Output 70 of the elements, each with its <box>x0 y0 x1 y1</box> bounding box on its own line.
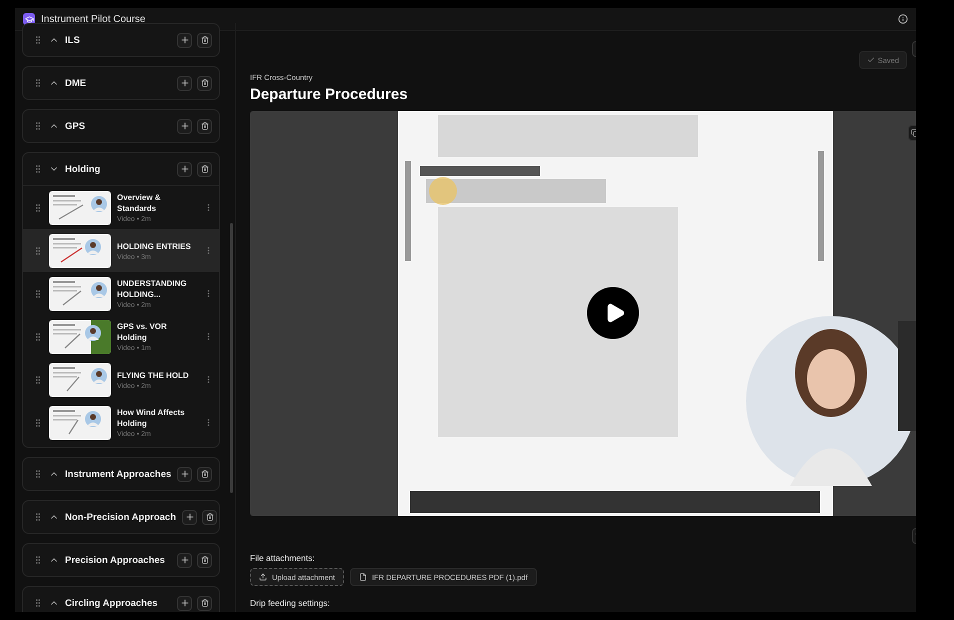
section-title[interactable]: GPS <box>65 120 171 132</box>
trash-icon <box>200 556 208 564</box>
trash-icon <box>200 79 208 87</box>
trash-icon <box>206 513 214 521</box>
drag-handle-icon[interactable] <box>33 202 43 212</box>
plus-icon <box>180 598 190 608</box>
add-button[interactable] <box>177 596 192 610</box>
add-button[interactable] <box>182 510 198 524</box>
drag-handle-icon[interactable] <box>33 555 43 565</box>
section-title[interactable]: Non-Precision Approach <box>65 512 176 522</box>
lesson-title: HOLDING ENTRIES <box>117 240 192 252</box>
delete-button[interactable] <box>197 162 212 176</box>
section-title[interactable]: Circling Approaches <box>65 598 171 608</box>
app-title: Instrument Pilot Course <box>41 14 146 24</box>
trash-icon <box>200 470 209 478</box>
info-icon[interactable] <box>898 14 908 24</box>
drag-handle-icon[interactable] <box>33 164 43 174</box>
drag-handle-icon[interactable] <box>33 512 43 522</box>
delete-button[interactable] <box>197 32 212 48</box>
upload-icon <box>259 573 267 581</box>
scrollbar-thumb[interactable] <box>230 223 233 493</box>
check-icon <box>866 56 875 64</box>
plus-icon <box>180 164 190 174</box>
lesson-heading: Departure Procedures <box>250 86 409 103</box>
add-button[interactable] <box>177 118 192 134</box>
plus-icon <box>180 555 190 565</box>
add-button[interactable] <box>177 552 192 568</box>
trash-icon <box>200 122 208 130</box>
drag-handle-icon[interactable] <box>33 374 43 384</box>
delete-button[interactable] <box>202 510 218 524</box>
section-title[interactable]: Holding <box>65 164 171 174</box>
drag-handle-icon[interactable] <box>33 418 43 428</box>
lesson-title: UNDERSTANDING HOLDING... <box>117 278 188 300</box>
plus-icon <box>180 469 190 479</box>
add-button[interactable] <box>177 466 192 482</box>
lesson-title: How Wind Affects Holding <box>117 407 186 429</box>
add-button[interactable] <box>177 162 192 176</box>
section-title[interactable]: ILS <box>65 34 171 46</box>
file-icon <box>358 573 367 581</box>
drag-handle-icon[interactable] <box>33 332 43 342</box>
lesson-title: FLYING THE HOLD <box>117 370 190 380</box>
delete-button[interactable] <box>197 596 212 610</box>
section-title[interactable]: Instrument Approaches <box>65 468 172 480</box>
plus-icon <box>180 121 190 131</box>
delete-button[interactable] <box>197 466 212 482</box>
drag-handle-icon[interactable] <box>33 288 43 298</box>
app-logo-icon <box>23 13 35 25</box>
drag-handle-icon[interactable] <box>33 246 43 256</box>
plus-icon <box>180 35 190 45</box>
drip-settings-label: Drip feeding settings: <box>250 598 331 608</box>
lesson-title: GPS vs. VOR Holding <box>117 321 168 343</box>
attachments-label: File attachments: <box>250 553 316 563</box>
plus-icon <box>184 512 195 522</box>
section-title[interactable]: Precision Approaches <box>65 554 171 566</box>
section-title[interactable]: DME <box>65 78 171 88</box>
drag-handle-icon[interactable] <box>33 35 43 45</box>
drag-handle-icon[interactable] <box>33 78 43 88</box>
trash-icon <box>200 36 208 44</box>
delete-button[interactable] <box>197 552 212 568</box>
add-button[interactable] <box>177 32 192 48</box>
trash-icon <box>200 165 208 173</box>
drag-handle-icon[interactable] <box>33 598 43 608</box>
plus-icon <box>180 78 190 88</box>
delete-button[interactable] <box>197 76 212 90</box>
trash-icon <box>200 599 208 607</box>
drag-handle-icon[interactable] <box>33 121 43 131</box>
lesson-title: Overview & Standards <box>117 192 162 214</box>
add-button[interactable] <box>177 76 192 90</box>
drag-handle-icon[interactable] <box>33 469 43 479</box>
delete-button[interactable] <box>197 118 212 134</box>
